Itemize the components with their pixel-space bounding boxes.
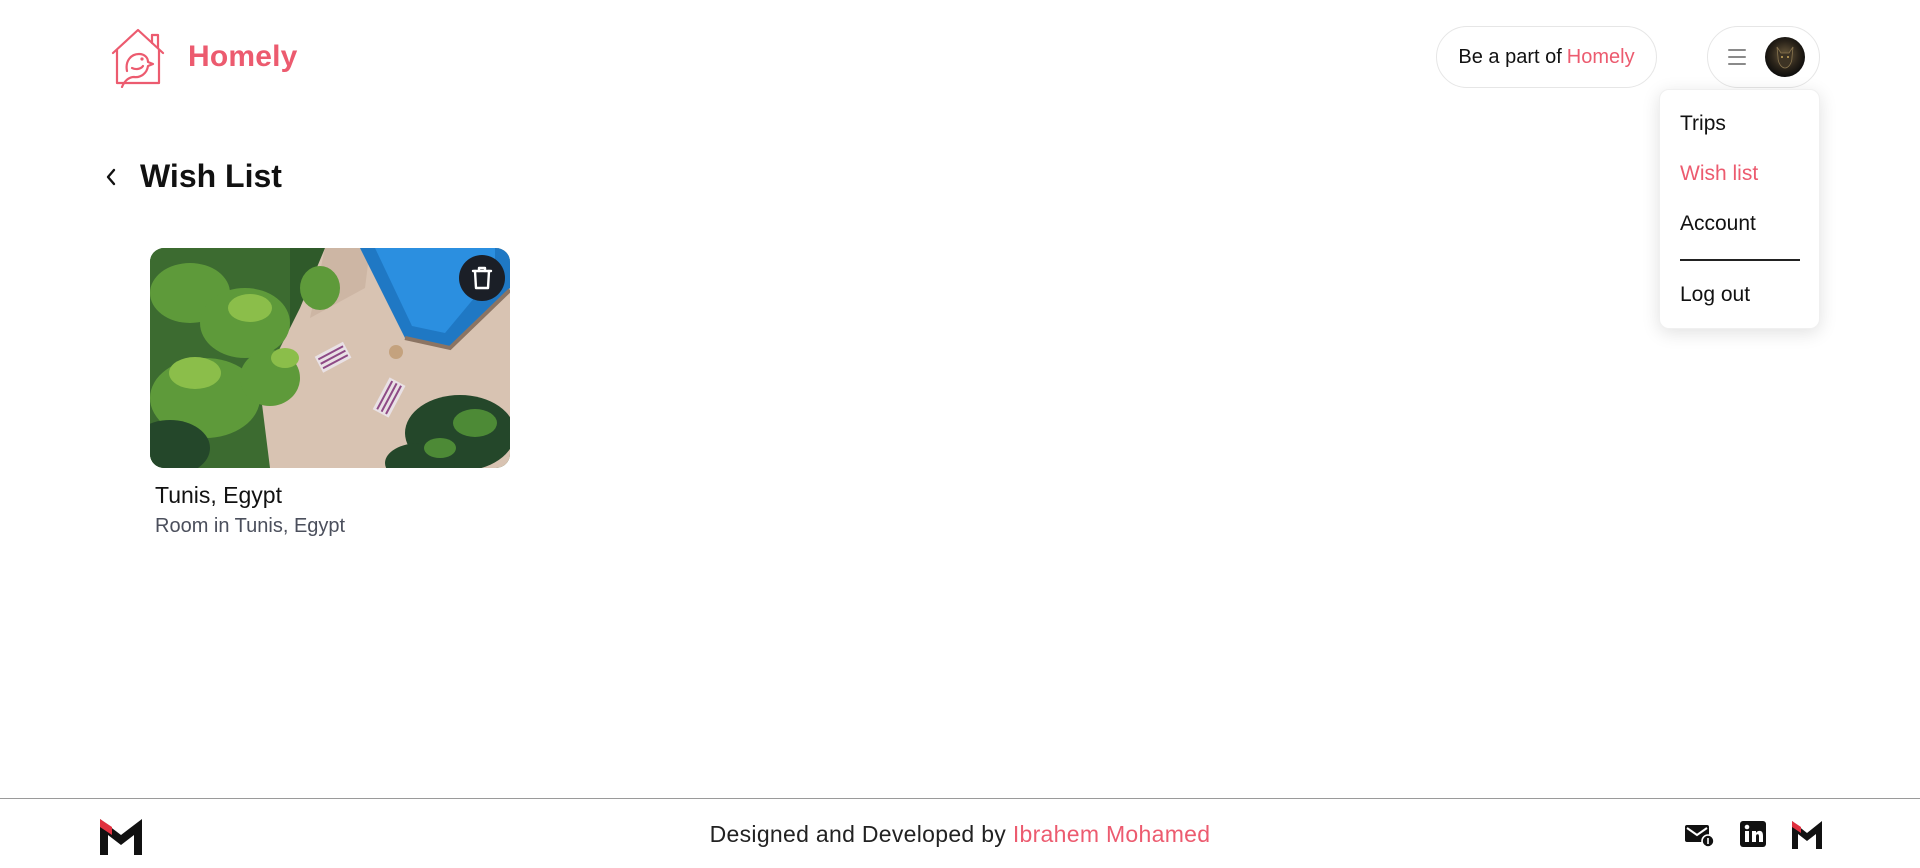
back-button[interactable] — [100, 162, 122, 192]
header: Homely Be a part of Homely — [0, 0, 1920, 115]
page-header: Wish List — [100, 158, 282, 195]
wishlist-card[interactable]: Tunis, Egypt Room in Tunis, Egypt — [150, 248, 510, 538]
menu-item-account[interactable]: Account — [1680, 212, 1756, 236]
brand-name: Homely — [188, 40, 298, 73]
become-host-brand: Homely — [1566, 45, 1635, 68]
user-menu-button[interactable] — [1707, 26, 1820, 88]
menu-divider — [1680, 259, 1800, 261]
menu-item-log-out[interactable]: Log out — [1680, 283, 1750, 307]
user-dropdown-menu: Trips Wish list Account Log out — [1659, 89, 1820, 329]
home-logo-link[interactable]: Homely — [108, 26, 298, 88]
become-host-button[interactable]: Be a part of Homely — [1436, 26, 1657, 88]
social-links — [1684, 819, 1822, 849]
m-logo-icon[interactable] — [1792, 819, 1822, 849]
remove-from-wishlist-button[interactable] — [459, 255, 505, 301]
footer-credit: Designed and Developed by Ibrahem Mohame… — [0, 821, 1920, 848]
hamburger-icon — [1726, 47, 1748, 67]
trash-icon — [471, 266, 493, 290]
footer: Designed and Developed by Ibrahem Mohame… — [0, 798, 1920, 868]
credit-prefix: Designed and Developed by — [709, 821, 1007, 847]
listing-subtitle: Room in Tunis, Egypt — [155, 515, 346, 537]
page-title: Wish List — [140, 158, 282, 194]
menu-item-trips[interactable]: Trips — [1680, 112, 1726, 136]
listing-title: Tunis, Egypt — [155, 482, 282, 508]
mail-icon[interactable] — [1684, 819, 1714, 849]
avatar — [1765, 37, 1805, 77]
menu-item-wish-list[interactable]: Wish list — [1680, 162, 1758, 186]
listing-photo — [150, 248, 510, 468]
developer-name-link[interactable]: Ibrahem Mohamed — [1013, 821, 1211, 847]
house-bird-logo-icon — [111, 28, 165, 88]
linkedin-icon[interactable] — [1738, 819, 1768, 849]
become-host-label: Be a part of — [1458, 45, 1562, 68]
chevron-left-icon — [106, 168, 116, 185]
